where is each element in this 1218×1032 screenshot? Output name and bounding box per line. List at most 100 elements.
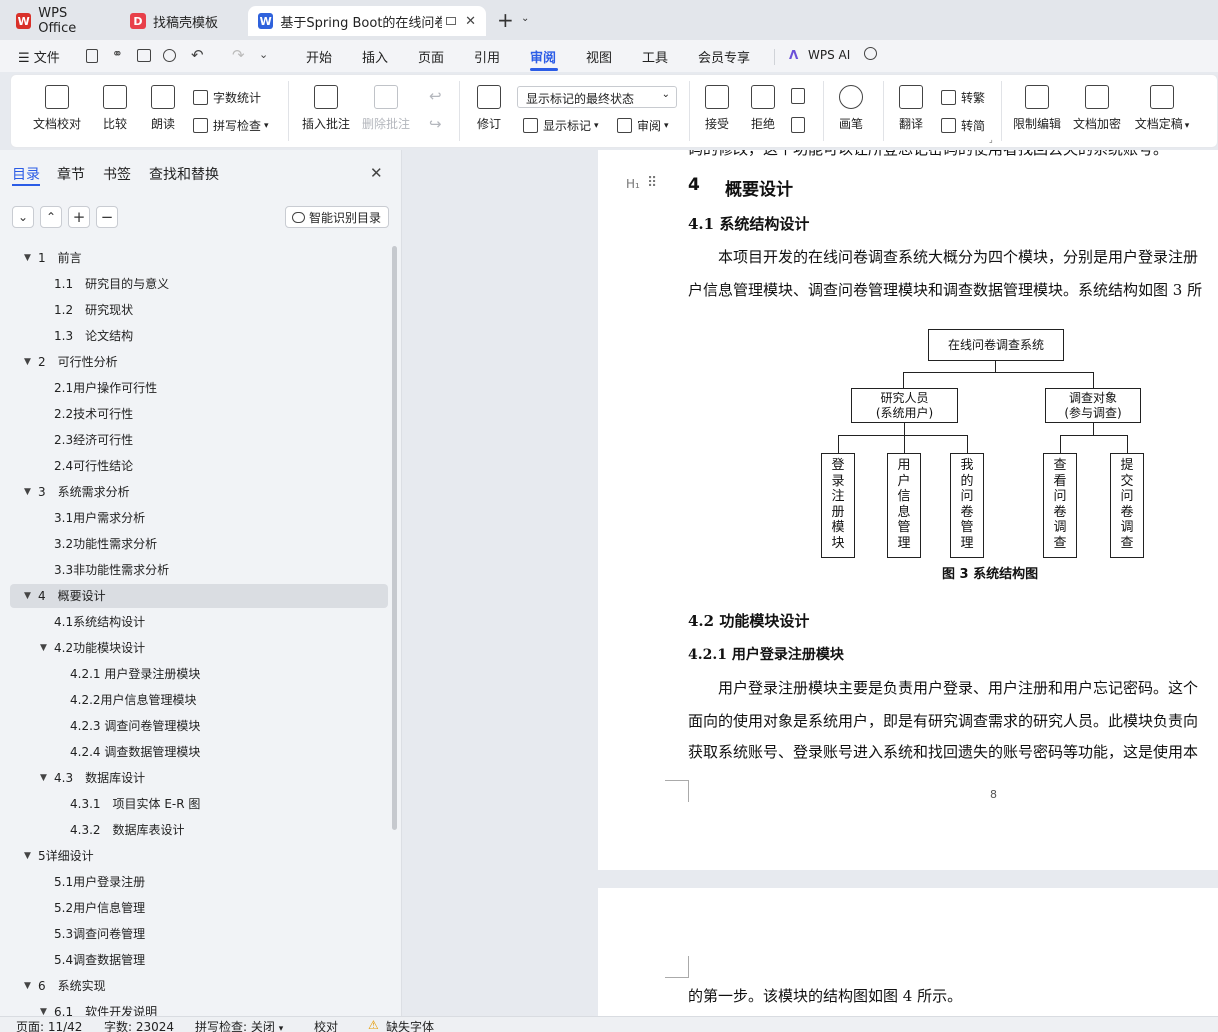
toc-item[interactable]: 1.1 研究目的与意义	[10, 272, 388, 296]
word-count-indicator[interactable]: 字数: 23024	[104, 1018, 174, 1032]
menu-insert[interactable]: 插入	[362, 47, 388, 66]
toc-item[interactable]: ▼ 6.1 软件开发说明	[10, 1000, 388, 1016]
toc-item[interactable]: 4.1系统结构设计	[10, 610, 388, 634]
read-aloud-button[interactable]: 朗读	[145, 85, 181, 132]
toc-item[interactable]: 4.2.4 调查数据管理模块	[10, 740, 388, 764]
print-icon[interactable]	[137, 49, 151, 62]
expand-triangle-icon[interactable]: ▼	[24, 480, 31, 504]
toc-item[interactable]: 4.2.3 调查问卷管理模块	[10, 714, 388, 738]
toc-item[interactable]: 5.1用户登录注册	[10, 870, 388, 894]
doc-check-button[interactable]: 文档校对	[29, 85, 85, 132]
toc-item[interactable]: 1.2 研究现状	[10, 298, 388, 322]
toc-item[interactable]: 3.2功能性需求分析	[10, 532, 388, 556]
save-icon[interactable]	[86, 49, 98, 63]
translate-button[interactable]: 翻译	[891, 85, 931, 132]
toc-item[interactable]: 1.3 论文结构	[10, 324, 388, 348]
word-count-button[interactable]: 字数统计	[193, 89, 261, 106]
toc-item[interactable]: ▼ 4.3 数据库设计	[10, 766, 388, 790]
toc-item[interactable]: 4.2.2用户信息管理模块	[10, 688, 388, 712]
toc-item[interactable]: 4.3.2 数据库表设计	[10, 818, 388, 842]
toc-item[interactable]: 5.3调查问卷管理	[10, 922, 388, 946]
show-markup-button[interactable]: 显示标记 ▾	[523, 117, 599, 134]
toc-item[interactable]: 2.3经济可行性	[10, 428, 388, 452]
expand-triangle-icon[interactable]: ▼	[24, 350, 31, 374]
proofread-indicator[interactable]: 校对	[314, 1018, 338, 1032]
trad-button[interactable]: 转繁	[941, 89, 985, 106]
toc-item[interactable]: 4.2.1 用户登录注册模块	[10, 662, 388, 686]
toc-scrollbar[interactable]	[392, 246, 397, 830]
next-change-icon[interactable]	[791, 117, 805, 133]
new-tab-icon[interactable]: +	[497, 8, 514, 32]
tab-template[interactable]: D 找稿壳模板	[120, 6, 242, 36]
prev-comment-icon[interactable]: ↩	[429, 87, 442, 105]
spell-check-button[interactable]: 拼写检查 ▾	[193, 117, 269, 134]
delete-comment-button[interactable]: 删除批注	[359, 85, 413, 132]
toc-item[interactable]: 5.4调查数据管理	[10, 948, 388, 972]
file-menu[interactable]: ☰ 文件	[18, 47, 60, 66]
menu-view[interactable]: 视图	[586, 47, 612, 66]
compare-button[interactable]: 比较	[95, 85, 135, 132]
close-pane-icon[interactable]: ✕	[370, 164, 383, 182]
close-tab-icon[interactable]: ✕	[465, 14, 476, 29]
expand-triangle-icon[interactable]: ▼	[24, 844, 31, 868]
menu-page[interactable]: 页面	[418, 47, 444, 66]
toc-item[interactable]: 3.1用户需求分析	[10, 506, 388, 530]
tab-find-replace[interactable]: 查找和替换	[149, 164, 219, 184]
undo-icon[interactable]: ↶	[191, 46, 204, 64]
tab-list-chevron-icon[interactable]: ⌄	[521, 13, 529, 24]
preview-icon[interactable]	[163, 49, 176, 62]
finalize-button[interactable]: 文档定稿 ▾	[1131, 85, 1193, 132]
link-icon[interactable]: ⚭	[112, 47, 123, 62]
tab-chapter[interactable]: 章节	[57, 164, 85, 184]
toc-item[interactable]: ▼ 6 系统实现	[10, 974, 388, 998]
menu-member[interactable]: 会员专享	[698, 47, 750, 66]
menu-review[interactable]: 审阅	[530, 47, 556, 66]
toc-item[interactable]: ▼ 5详细设计	[10, 844, 388, 868]
menu-wps-ai[interactable]: WPS AI	[808, 48, 850, 62]
insert-comment-button[interactable]: 插入批注	[299, 85, 353, 132]
toc-item[interactable]: 5.2用户信息管理	[10, 896, 388, 920]
accept-button[interactable]: 接受	[697, 85, 737, 132]
expand-triangle-icon[interactable]: ▼	[40, 636, 47, 660]
smart-toc-button[interactable]: 智能识别目录	[285, 206, 389, 228]
expand-triangle-icon[interactable]: ▼	[24, 584, 31, 608]
toc-item[interactable]: ▼ 2 可行性分析	[10, 350, 388, 374]
expand-triangle-icon[interactable]: ▼	[24, 246, 31, 270]
toc-item[interactable]: 3.3非功能性需求分析	[10, 558, 388, 582]
pen-button[interactable]: 画笔	[833, 85, 869, 132]
expand-triangle-icon[interactable]: ▼	[40, 766, 47, 790]
markup-state-select[interactable]: 显示标记的最终状态 ⌄	[517, 86, 677, 108]
toc-item[interactable]: 4.3.1 项目实体 E-R 图	[10, 792, 388, 816]
encrypt-button[interactable]: 文档加密	[1071, 85, 1123, 132]
menu-tools[interactable]: 工具	[642, 47, 668, 66]
heading-style-icon[interactable]: H₁	[626, 177, 640, 191]
spell-check-indicator[interactable]: 拼写检查: 关闭 ▾	[195, 1018, 283, 1032]
toc-item[interactable]: ▼ 3 系统需求分析	[10, 480, 388, 504]
prev-change-icon[interactable]	[791, 88, 805, 104]
add-heading-button[interactable]: +	[68, 206, 90, 228]
reject-button[interactable]: 拒绝	[743, 85, 783, 132]
expand-triangle-icon[interactable]: ▼	[40, 1000, 47, 1016]
expand-all-button[interactable]: ⌄	[12, 206, 34, 228]
toc-item[interactable]: ▼ 4.2功能模块设计	[10, 636, 388, 660]
missing-font-indicator[interactable]: 缺失字体	[386, 1018, 434, 1032]
remove-heading-button[interactable]: −	[96, 206, 118, 228]
search-icon[interactable]	[864, 47, 877, 60]
menu-home[interactable]: 开始	[306, 47, 332, 66]
quick-access-chevron-icon[interactable]: ⌄	[259, 48, 268, 61]
restrict-edit-button[interactable]: 限制编辑	[1011, 85, 1063, 132]
redo-icon[interactable]: ↷	[232, 46, 245, 64]
collapse-button[interactable]: ⌃	[40, 206, 62, 228]
tab-bookmark[interactable]: 书签	[103, 164, 131, 184]
review-pane-button[interactable]: 审阅 ▾	[617, 117, 669, 134]
toc-item[interactable]: 2.4可行性结论	[10, 454, 388, 478]
tab-document[interactable]: W 基于Spring Boot的在线问卷 ✕	[248, 6, 486, 36]
drag-handle-icon[interactable]: ⠿	[647, 175, 657, 191]
menu-reference[interactable]: 引用	[474, 47, 500, 66]
window-icon[interactable]	[446, 17, 457, 25]
expand-group-icon[interactable]: ⌟	[989, 135, 993, 144]
toc-item[interactable]: ▼ 1 前言	[10, 246, 388, 270]
next-comment-icon[interactable]: ↪	[429, 115, 442, 133]
simp-button[interactable]: 转简	[941, 117, 985, 134]
expand-triangle-icon[interactable]: ▼	[24, 974, 31, 998]
